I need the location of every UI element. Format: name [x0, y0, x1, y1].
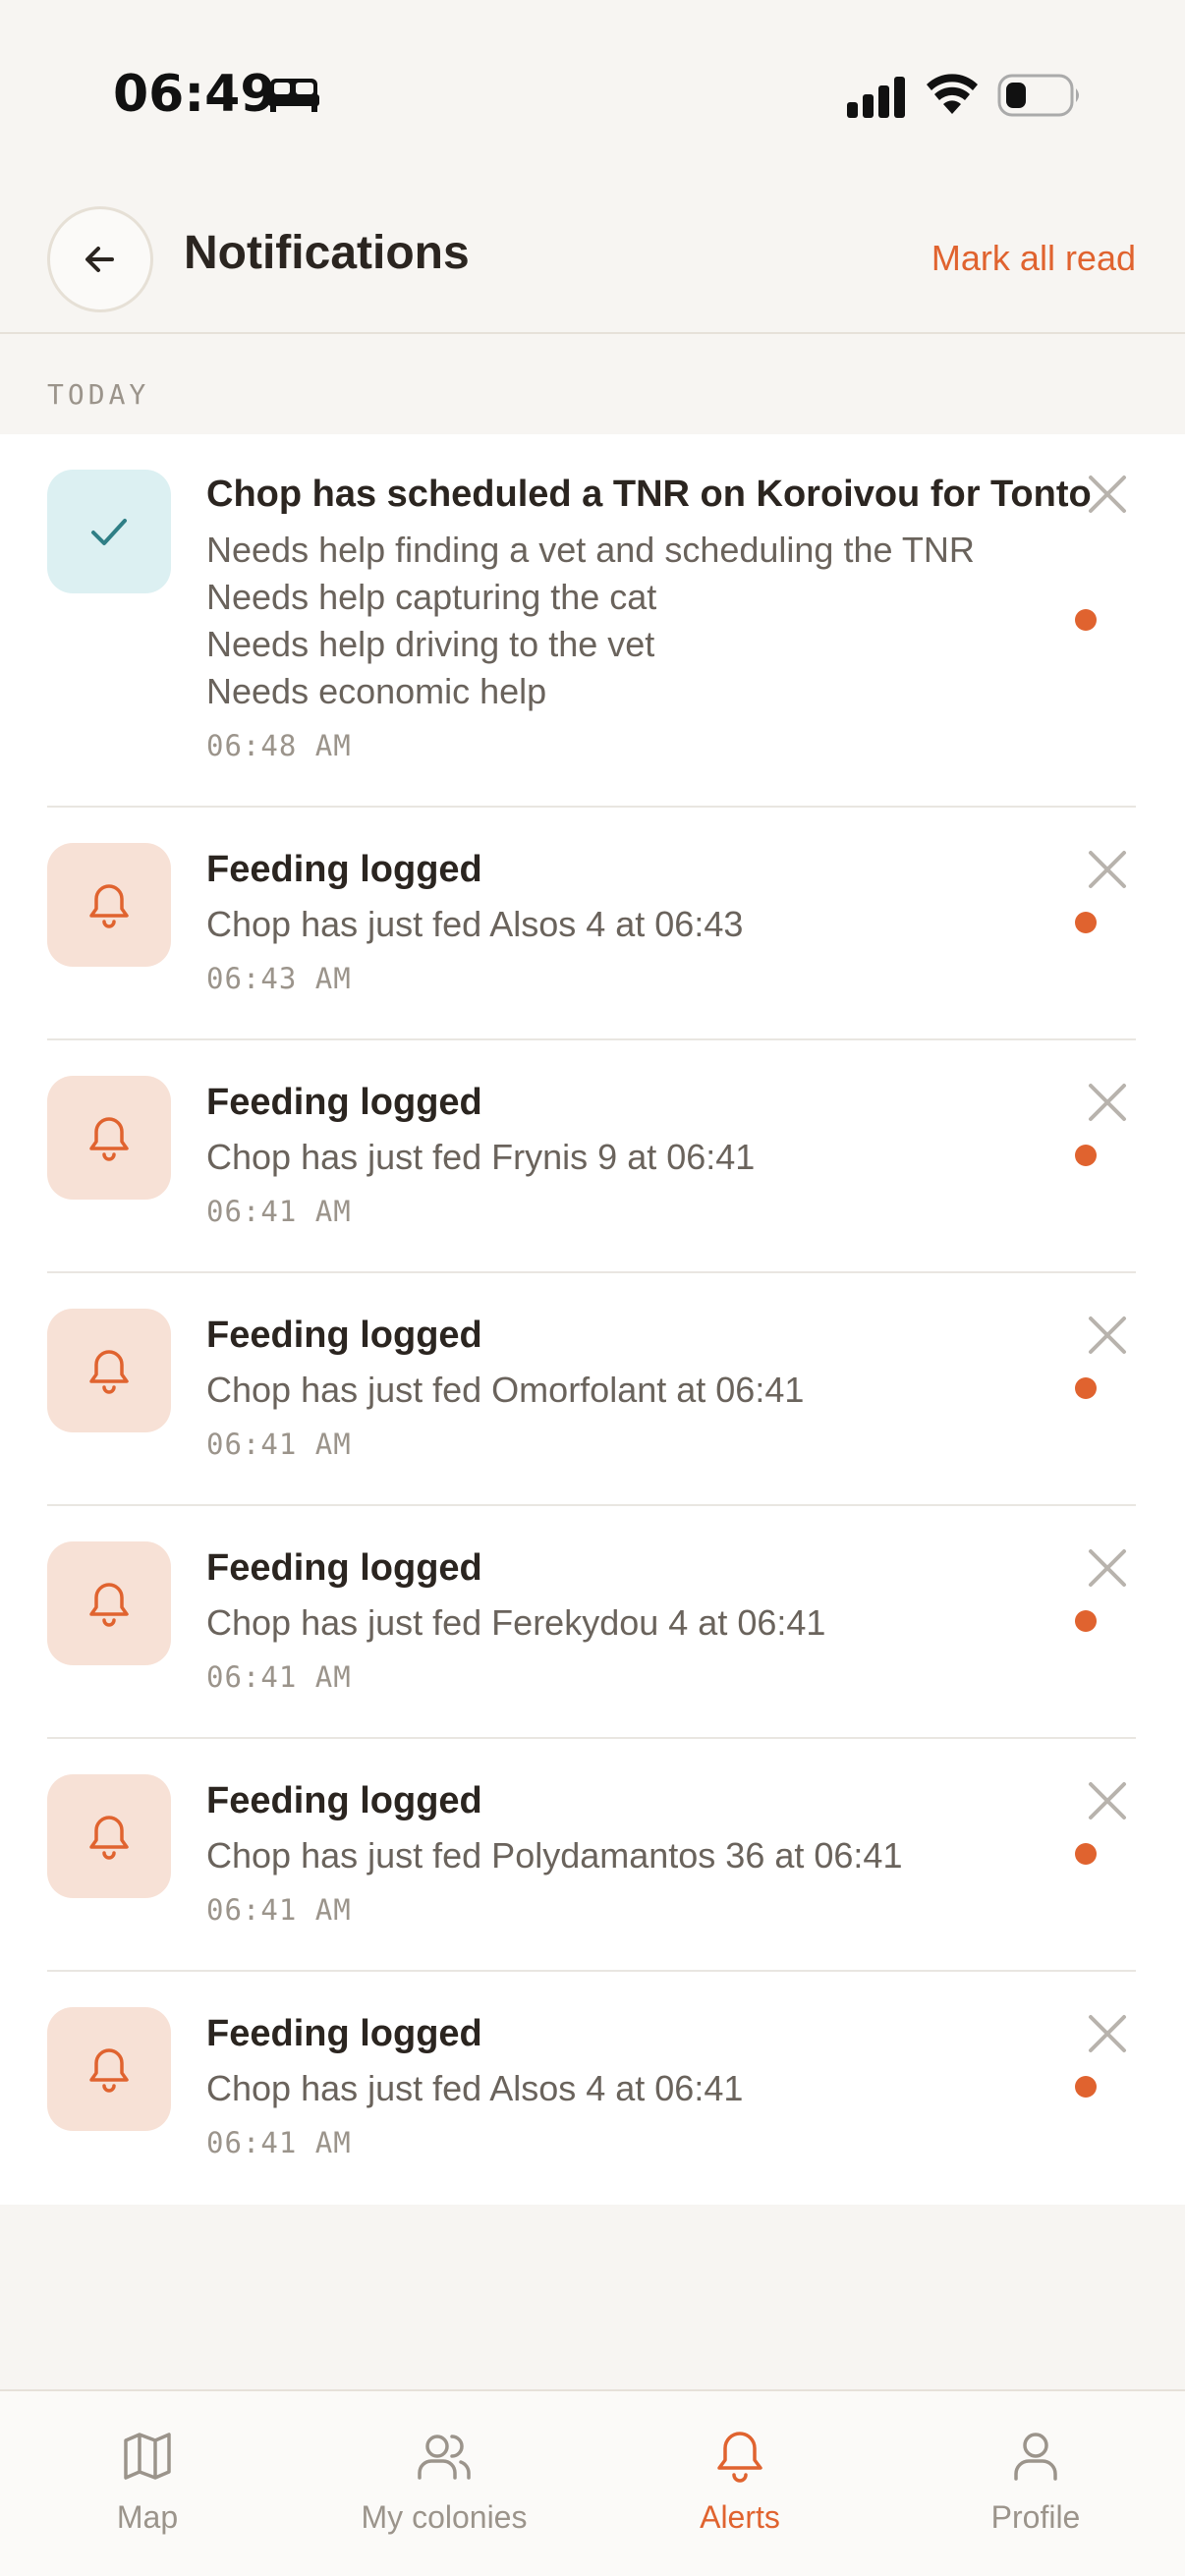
section-label-today: TODAY [47, 378, 150, 411]
notification-time: 06:41 AM [206, 1428, 352, 1461]
notification-icon [47, 1076, 171, 1200]
unread-dot [1075, 912, 1097, 933]
bed-icon [268, 79, 319, 112]
bell-icon [717, 2432, 762, 2483]
notification-detail: Chop has just fed Alsos 4 at 06:41 [206, 2068, 744, 2108]
notification-icon [47, 470, 171, 593]
unread-dot [1075, 1377, 1097, 1399]
close-icon[interactable] [1085, 472, 1130, 517]
bell-icon [89, 1583, 129, 1627]
notification-item[interactable]: Feeding logged Chop has just fed Ferekyd… [0, 1506, 1185, 1739]
wifi-icon [927, 74, 978, 114]
close-icon[interactable] [1085, 1545, 1130, 1591]
notification-time: 06:43 AM [206, 962, 352, 995]
close-icon[interactable] [1085, 847, 1130, 892]
notification-icon [47, 2007, 171, 2131]
notification-title: Feeding logged [206, 2013, 482, 2054]
page-title: Notifications [184, 227, 470, 279]
notification-icon [47, 1541, 171, 1665]
tab-label: Profile [990, 2499, 1081, 2535]
notification-detail: Chop has just fed Omorfolant at 06:41 [206, 1370, 805, 1410]
notification-item[interactable]: Feeding logged Chop has just fed Alsos 4… [0, 1972, 1185, 2205]
notification-detail: Needs help driving to the vet [206, 624, 655, 664]
tab-profile[interactable]: Profile [888, 2391, 1183, 2576]
tab-alerts[interactable]: Alerts [592, 2391, 887, 2576]
unread-dot [1075, 1145, 1097, 1166]
tab-label: Alerts [700, 2499, 780, 2535]
notification-time: 06:41 AM [206, 1195, 352, 1228]
battery-icon [997, 74, 1079, 117]
notification-icon [47, 843, 171, 967]
bell-icon [89, 1117, 129, 1161]
notification-title: Feeding logged [206, 849, 482, 890]
unread-dot [1075, 2076, 1097, 2098]
signal-icon [847, 77, 905, 118]
unread-dot [1075, 1610, 1097, 1632]
notification-title: Chop has scheduled a TNR on Koroivou for… [206, 474, 1092, 515]
bell-icon [89, 2048, 129, 2093]
bell-icon [89, 1350, 129, 1394]
close-icon[interactable] [1085, 1313, 1130, 1358]
notification-title: Feeding logged [206, 1547, 482, 1589]
tab-map[interactable]: Map [0, 2391, 295, 2576]
notification-detail: Chop has just fed Frynis 9 at 06:41 [206, 1137, 756, 1177]
check-icon [91, 519, 127, 545]
notification-item[interactable]: Feeding logged Chop has just fed Frynis … [0, 1040, 1185, 1273]
bell-icon [89, 884, 129, 928]
notification-title: Feeding logged [206, 1780, 482, 1821]
notification-item[interactable]: Feeding logged Chop has just fed Omorfol… [0, 1273, 1185, 1506]
user-icon [1014, 2433, 1057, 2481]
unread-dot [1075, 609, 1097, 631]
tab-bar: Map My colonies Alerts Profile [0, 2389, 1185, 2576]
notification-title: Feeding logged [206, 1082, 482, 1123]
notification-detail: Needs economic help [206, 671, 547, 711]
status-bar: 06:49 [0, 0, 1185, 177]
unread-dot [1075, 1843, 1097, 1865]
notification-item[interactable]: Feeding logged Chop has just fed Alsos 4… [0, 808, 1185, 1040]
notification-detail: Chop has just fed Ferekydou 4 at 06:41 [206, 1602, 826, 1643]
notification-icon [47, 1774, 171, 1898]
notification-detail: Chop has just fed Polydamantos 36 at 06:… [206, 1835, 903, 1876]
notification-title: Feeding logged [206, 1315, 482, 1356]
notification-detail: Needs help capturing the cat [206, 577, 657, 617]
notification-item[interactable]: Chop has scheduled a TNR on Koroivou for… [0, 434, 1185, 808]
close-icon[interactable] [1085, 1778, 1130, 1823]
notification-time: 06:48 AM [206, 729, 352, 762]
status-time: 06:49 [113, 65, 276, 124]
notification-time: 06:41 AM [206, 1893, 352, 1927]
tab-label: Map [116, 2499, 179, 2535]
notification-item[interactable]: Feeding logged Chop has just fed Polydam… [0, 1739, 1185, 1972]
tab-my-colonies[interactable]: My colonies [297, 2391, 592, 2576]
notification-detail: Chop has just fed Alsos 4 at 06:43 [206, 904, 744, 944]
mark-all-read-button[interactable]: Mark all read [931, 238, 1136, 279]
notification-time: 06:41 AM [206, 1660, 352, 1694]
notification-icon [47, 1309, 171, 1432]
notification-detail: Needs help finding a vet and scheduling … [206, 530, 975, 570]
bell-icon [89, 1816, 129, 1860]
close-icon[interactable] [1085, 1080, 1130, 1125]
back-button[interactable] [47, 206, 153, 312]
app-header: Notifications Mark all read [0, 177, 1185, 334]
users-icon [418, 2435, 471, 2480]
notification-list: Chop has scheduled a TNR on Koroivou for… [0, 434, 1185, 2205]
tab-label: My colonies [361, 2499, 528, 2535]
arrow-left-icon [85, 247, 114, 272]
notification-time: 06:41 AM [206, 2126, 352, 2159]
map-icon [124, 2433, 171, 2480]
close-icon[interactable] [1085, 2011, 1130, 2056]
